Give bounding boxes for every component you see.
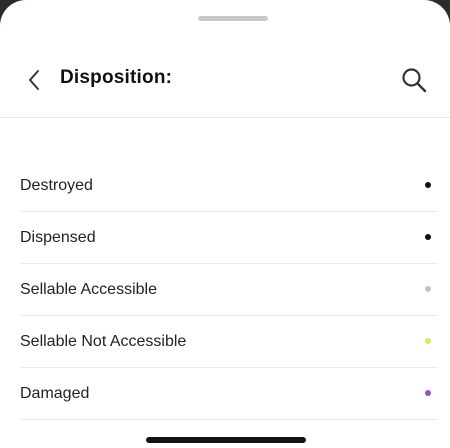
list-item-sellable-accessible[interactable]: Sellable Accessible bbox=[20, 264, 438, 316]
header-divider bbox=[0, 117, 450, 118]
list-item-label: Sellable Accessible bbox=[20, 281, 157, 298]
status-dot bbox=[425, 182, 431, 188]
home-indicator bbox=[146, 437, 306, 443]
list-item-dispensed[interactable]: Dispensed bbox=[20, 212, 438, 264]
list-item-destroyed[interactable]: Destroyed bbox=[20, 160, 438, 212]
status-dot bbox=[425, 286, 431, 292]
list-item-label: Dispensed bbox=[20, 229, 96, 246]
chevron-left-icon bbox=[29, 70, 39, 90]
sheet-grabber[interactable] bbox=[198, 16, 268, 21]
page-title: Disposition: bbox=[60, 67, 173, 88]
list-item-label: Sellable Not Accessible bbox=[20, 333, 187, 350]
status-dot bbox=[425, 234, 431, 240]
list-item-label: Destroyed bbox=[20, 177, 93, 194]
status-dot bbox=[425, 338, 431, 344]
back-button[interactable] bbox=[20, 66, 48, 94]
sheet-header: Disposition: bbox=[0, 52, 450, 108]
status-dot bbox=[425, 390, 431, 396]
disposition-sheet: Disposition: Destroyed Dispensed Sellabl… bbox=[0, 0, 450, 448]
disposition-list: Destroyed Dispensed Sellable Accessible … bbox=[0, 160, 450, 420]
list-item-sellable-not-accessible[interactable]: Sellable Not Accessible bbox=[20, 316, 438, 368]
search-button[interactable] bbox=[398, 64, 430, 96]
search-icon bbox=[402, 68, 427, 93]
list-item-damaged[interactable]: Damaged bbox=[20, 368, 438, 420]
list-item-label: Damaged bbox=[20, 385, 90, 402]
